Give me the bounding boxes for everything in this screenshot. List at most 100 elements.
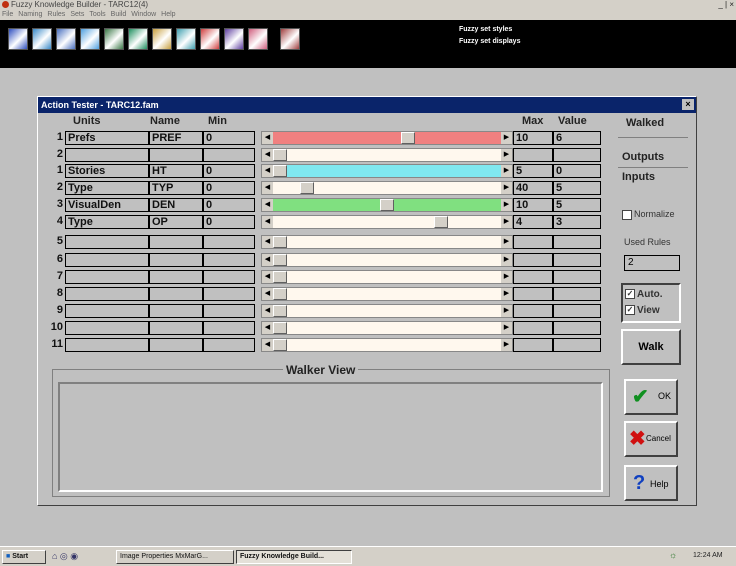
scroll-right-icon[interactable]: ▶ <box>501 339 512 351</box>
scroll-left-icon[interactable]: ◀ <box>262 271 273 283</box>
scroll-right-icon[interactable]: ▶ <box>501 149 512 161</box>
slider-thumb[interactable] <box>380 199 394 211</box>
unit-field[interactable]: Stories <box>65 164 149 178</box>
min-field[interactable] <box>203 338 255 352</box>
quick-launch[interactable]: ⌂ ◎ ◉ <box>52 551 98 563</box>
max-field[interactable]: 5 <box>513 164 553 178</box>
used-rules-field[interactable]: 2 <box>624 255 680 271</box>
name-field[interactable]: DEN <box>149 198 203 212</box>
value-field[interactable] <box>553 321 601 335</box>
scroll-right-icon[interactable]: ▶ <box>501 132 512 144</box>
name-field[interactable]: TYP <box>149 181 203 195</box>
max-field[interactable]: 4 <box>513 215 553 229</box>
name-field[interactable] <box>149 338 203 352</box>
max-field[interactable]: 10 <box>513 198 553 212</box>
menu-item[interactable]: Rules <box>47 11 65 18</box>
tb-icon-6[interactable] <box>128 28 148 50</box>
slider-thumb[interactable] <box>273 288 287 300</box>
cancel-button[interactable]: ✖ Cancel <box>624 421 678 457</box>
value-slider[interactable]: ◀ ▶ <box>261 304 513 318</box>
value-field[interactable] <box>553 304 601 318</box>
help-button[interactable]: ? Help <box>624 465 678 501</box>
min-field[interactable] <box>203 270 255 284</box>
auto-checkbox[interactable]: ✓ Auto. <box>625 289 663 300</box>
unit-field[interactable] <box>65 148 149 162</box>
name-field[interactable] <box>149 321 203 335</box>
menu-item[interactable]: Window <box>131 11 156 18</box>
name-field[interactable] <box>149 270 203 284</box>
scroll-right-icon[interactable]: ▶ <box>501 216 512 228</box>
unit-field[interactable]: Type <box>65 181 149 195</box>
max-field[interactable] <box>513 287 553 301</box>
slider-thumb[interactable] <box>273 165 287 177</box>
name-field[interactable] <box>149 253 203 267</box>
unit-field[interactable] <box>65 287 149 301</box>
max-field[interactable]: 40 <box>513 181 553 195</box>
menu-item[interactable]: Build <box>111 11 127 18</box>
menu-item[interactable]: File <box>2 11 13 18</box>
scroll-left-icon[interactable]: ◀ <box>262 322 273 334</box>
value-slider[interactable]: ◀ ▶ <box>261 253 513 267</box>
min-field[interactable]: 0 <box>203 131 255 145</box>
scroll-left-icon[interactable]: ◀ <box>262 149 273 161</box>
menu-item[interactable]: Naming <box>18 11 42 18</box>
max-field[interactable] <box>513 270 553 284</box>
tb-icon-7[interactable] <box>152 28 172 50</box>
ok-button[interactable]: ✔ OK <box>624 379 678 415</box>
value-slider[interactable]: ◀ ▶ <box>261 287 513 301</box>
scroll-left-icon[interactable]: ◀ <box>262 132 273 144</box>
unit-field[interactable]: Type <box>65 215 149 229</box>
max-field[interactable]: 10 <box>513 131 553 145</box>
value-slider[interactable]: ◀ ▶ <box>261 131 513 145</box>
tb-icon-4[interactable] <box>80 28 100 50</box>
value-field[interactable]: 0 <box>553 164 601 178</box>
value-field[interactable] <box>553 253 601 267</box>
name-field[interactable] <box>149 304 203 318</box>
scroll-left-icon[interactable]: ◀ <box>262 182 273 194</box>
unit-field[interactable] <box>65 321 149 335</box>
scroll-left-icon[interactable]: ◀ <box>262 339 273 351</box>
value-slider[interactable]: ◀ ▶ <box>261 321 513 335</box>
min-field[interactable] <box>203 253 255 267</box>
value-field[interactable] <box>553 270 601 284</box>
scroll-left-icon[interactable]: ◀ <box>262 165 273 177</box>
tb-icon-10[interactable] <box>224 28 244 50</box>
slider-thumb[interactable] <box>273 322 287 334</box>
unit-field[interactable] <box>65 253 149 267</box>
name-field[interactable] <box>149 148 203 162</box>
name-field[interactable]: OP <box>149 215 203 229</box>
value-slider[interactable]: ◀ ▶ <box>261 148 513 162</box>
scroll-left-icon[interactable]: ◀ <box>262 236 273 248</box>
slider-thumb[interactable] <box>401 132 415 144</box>
tb-icon-3[interactable] <box>56 28 76 50</box>
min-field[interactable] <box>203 148 255 162</box>
value-slider[interactable]: ◀ ▶ <box>261 270 513 284</box>
scroll-left-icon[interactable]: ◀ <box>262 216 273 228</box>
scroll-right-icon[interactable]: ▶ <box>501 305 512 317</box>
value-field[interactable] <box>553 338 601 352</box>
value-slider[interactable]: ◀ ▶ <box>261 338 513 352</box>
value-slider[interactable]: ◀ ▶ <box>261 164 513 178</box>
value-field[interactable] <box>553 235 601 249</box>
slider-thumb[interactable] <box>273 271 287 283</box>
scroll-right-icon[interactable]: ▶ <box>501 254 512 266</box>
unit-field[interactable] <box>65 270 149 284</box>
name-field[interactable] <box>149 235 203 249</box>
value-slider[interactable]: ◀ ▶ <box>261 181 513 195</box>
taskbar-image-properties[interactable]: Image Properties MxMarG... <box>116 550 234 564</box>
tray-network-icon[interactable]: ☼ <box>669 550 677 560</box>
view-checkbox[interactable]: ✓ View <box>625 305 660 316</box>
slider-thumb[interactable] <box>434 216 448 228</box>
scroll-left-icon[interactable]: ◀ <box>262 199 273 211</box>
value-field[interactable]: 5 <box>553 181 601 195</box>
tb-icon-1[interactable] <box>8 28 28 50</box>
close-icon[interactable]: × <box>682 99 694 110</box>
value-slider[interactable]: ◀ ▶ <box>261 235 513 249</box>
unit-field[interactable] <box>65 338 149 352</box>
scroll-left-icon[interactable]: ◀ <box>262 305 273 317</box>
value-slider[interactable]: ◀ ▶ <box>261 198 513 212</box>
min-field[interactable] <box>203 321 255 335</box>
tb-icon-9[interactable] <box>200 28 220 50</box>
scroll-right-icon[interactable]: ▶ <box>501 288 512 300</box>
slider-thumb[interactable] <box>273 305 287 317</box>
